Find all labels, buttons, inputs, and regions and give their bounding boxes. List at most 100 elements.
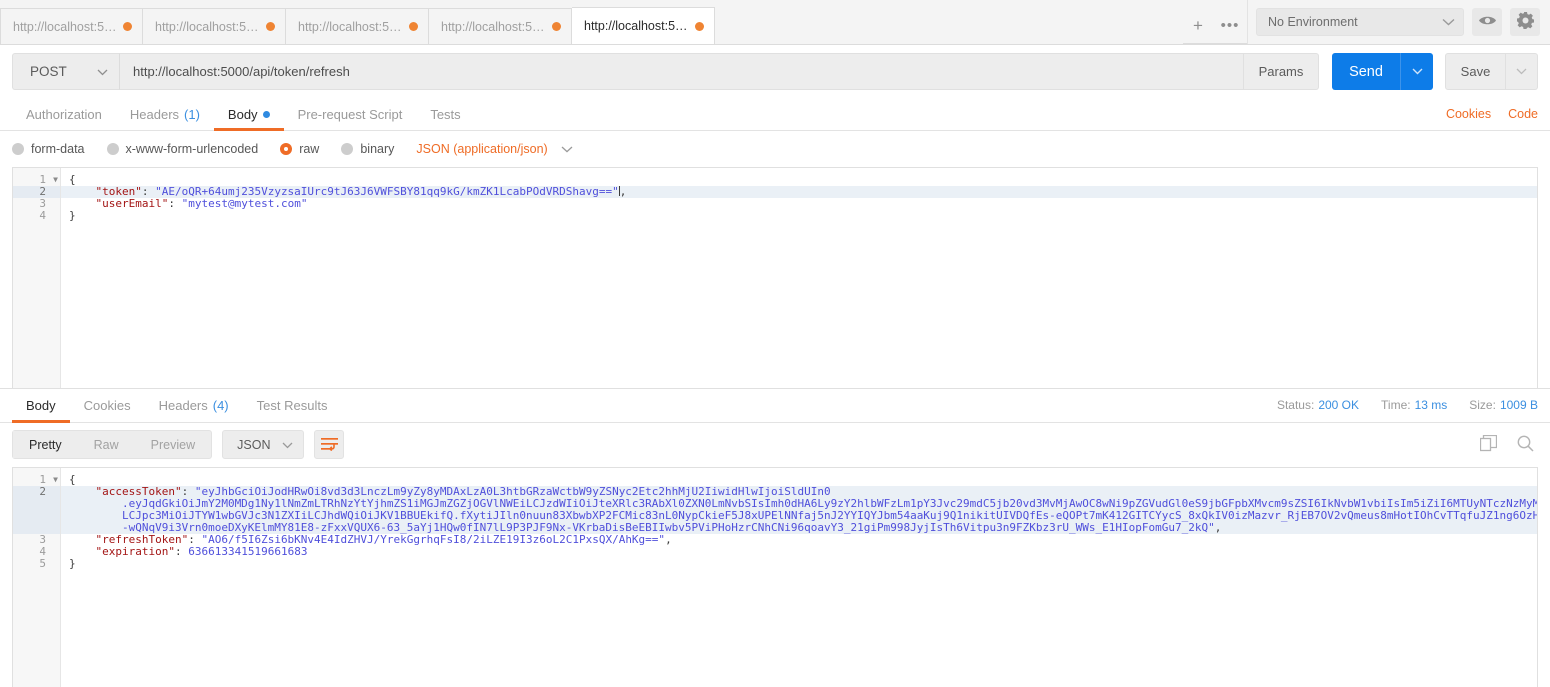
view-mode-preview[interactable]: Preview — [135, 431, 211, 458]
request-tab[interactable]: http://localhost:5000/ — [572, 7, 715, 44]
line-number: 2 — [13, 485, 60, 498]
request-tab[interactable]: http://localhost:5000/ — [429, 8, 572, 44]
response-tab-cookies[interactable]: Cookies — [70, 389, 145, 422]
line-number — [13, 497, 60, 510]
content-type-select[interactable]: JSON (application/json) — [416, 142, 573, 156]
view-mode-pretty[interactable]: Pretty — [13, 431, 78, 458]
chevron-down-icon — [97, 64, 108, 79]
send-button-group: Send — [1332, 53, 1433, 90]
body-type-label: x-www-form-urlencoded — [125, 142, 259, 156]
copy-to-clipboard-button[interactable] — [1479, 434, 1498, 455]
code-token: "userEmail" — [95, 197, 169, 210]
response-tab-count-badge: (4) — [212, 397, 229, 413]
send-button[interactable]: Send — [1332, 53, 1400, 90]
radio-icon[interactable] — [12, 143, 24, 155]
view-mode-raw[interactable]: Raw — [78, 431, 135, 458]
body-type-label: form-data — [31, 142, 85, 156]
cookies-link[interactable]: Cookies — [1446, 107, 1491, 121]
unsaved-changes-dot-icon[interactable] — [266, 22, 275, 31]
new-tab-button[interactable]: + — [1183, 8, 1213, 44]
line-number: 1 ▼ — [39, 173, 58, 186]
tab-strip: http://localhost:5000/http://localhost:5… — [0, 0, 1183, 44]
request-tab[interactable]: http://localhost:5000/ — [0, 8, 143, 44]
status-value: 200 OK — [1318, 398, 1360, 412]
code-link[interactable]: Code — [1508, 107, 1538, 121]
unsaved-changes-dot-icon[interactable] — [123, 22, 132, 31]
radio-icon[interactable] — [280, 143, 293, 155]
tab-tests[interactable]: Tests — [416, 98, 474, 130]
content-type-label: JSON (application/json) — [416, 142, 548, 156]
response-tab-body[interactable]: Body — [12, 389, 70, 423]
request-tab[interactable]: http://localhost:5000/ — [143, 8, 286, 44]
settings-button[interactable] — [1510, 7, 1540, 36]
unsaved-changes-dot-icon[interactable] — [552, 22, 561, 31]
body-type-x-www-form-urlencoded[interactable]: x-www-form-urlencoded — [106, 142, 259, 156]
tab-pre-request-script[interactable]: Pre-request Script — [284, 98, 417, 130]
search-response-button[interactable] — [1517, 435, 1534, 455]
response-format-select[interactable]: JSON — [222, 430, 305, 459]
tab-body[interactable]: Body — [213, 98, 284, 131]
fold-toggle-icon[interactable]: ▼ — [53, 474, 58, 486]
request-links: Cookies Code — [1446, 98, 1538, 130]
response-tab-headers[interactable]: Headers (4) — [145, 389, 243, 422]
tab-label: Authorization — [26, 106, 102, 122]
save-button-group: Save — [1445, 53, 1538, 90]
line-number: 4 — [39, 209, 46, 222]
tab-authorization[interactable]: Authorization — [12, 98, 116, 130]
response-toolbar: Pretty Raw Preview JSON — [0, 423, 1550, 467]
request-line-numbers: 1 ▼ 2 3 4 — [13, 168, 61, 388]
request-body-editor[interactable]: 1 ▼ 2 3 4 { "token": "AE/oQR+64umj235VzyzsaI… — [12, 167, 1538, 388]
unsaved-changes-dot-icon[interactable] — [695, 21, 704, 31]
line-number: 4 — [39, 544, 46, 558]
request-section-tabs: Authorization Headers (1) Body Pre-request S… — [0, 98, 1550, 131]
status-badge: Status: 200 OK — [1277, 398, 1359, 412]
code-line[interactable]: "userEmail": "mytest@mytest.com" — [61, 198, 1537, 210]
environment-selector[interactable]: No Environment — [1256, 7, 1464, 36]
save-options-button[interactable] — [1506, 53, 1538, 90]
body-type-form-data[interactable]: form-data — [12, 142, 85, 156]
send-options-button[interactable] — [1400, 53, 1433, 90]
response-tab-test-results[interactable]: Test Results — [243, 389, 342, 422]
request-code-area[interactable]: { "token": "AE/oQR+64umj235VzyzsaIUrc9tJ… — [61, 168, 1537, 388]
code-token: } — [69, 209, 76, 222]
url-text: http://localhost:5000/api/token/refresh — [133, 64, 350, 79]
url-bar: POST http://localhost:5000/api/token/ref… — [0, 45, 1550, 98]
chevron-down-icon — [282, 438, 293, 452]
response-tab-label: Test Results — [256, 397, 328, 413]
word-wrap-toggle[interactable] — [314, 430, 345, 459]
radio-icon[interactable] — [106, 143, 119, 155]
http-method-select[interactable]: POST — [12, 53, 119, 90]
code-token: , — [1214, 520, 1222, 534]
radio-icon[interactable] — [341, 143, 354, 155]
request-tab[interactable]: http://localhost:5000/ — [286, 8, 429, 44]
tab-label: Headers — [129, 106, 180, 122]
line-number: 2 — [13, 186, 60, 198]
body-type-binary[interactable]: binary — [341, 142, 394, 156]
line-number: 3 — [39, 197, 46, 210]
params-button[interactable]: Params — [1244, 53, 1319, 90]
code-line[interactable]: } — [61, 557, 1537, 570]
time-value: 13 ms — [1414, 398, 1448, 412]
save-button[interactable]: Save — [1445, 53, 1506, 90]
response-section-tabs: Body Cookies Headers (4) Test Results Status… — [0, 387, 1550, 423]
line-number — [13, 521, 60, 534]
code-line[interactable]: } — [61, 210, 1537, 222]
code-line[interactable]: "expiration": 636613341519661683 — [61, 544, 1537, 558]
body-type-raw[interactable]: raw — [280, 142, 319, 156]
body-type-label: raw — [299, 142, 320, 156]
response-tab-label: Headers — [158, 397, 208, 413]
response-body-viewer[interactable]: 1 ▼ 2 3 4 5 { "accessToken": "eyJhbGciOiJodHR… — [12, 466, 1538, 687]
code-token: , — [619, 185, 627, 198]
code-token: 636613341519661683 — [188, 544, 308, 558]
unsaved-changes-dot-icon[interactable] — [409, 22, 418, 31]
tab-options-button[interactable]: ••• — [1213, 8, 1247, 44]
request-tab-label: http://localhost:5000/ — [155, 19, 260, 34]
size-label: Size: — [1469, 398, 1496, 412]
tab-headers[interactable]: Headers (1) — [116, 98, 214, 130]
code-token: "mytest@mytest.com" — [181, 197, 308, 210]
time-badge: Time: 13 ms — [1381, 398, 1447, 412]
fold-toggle-icon[interactable]: ▼ — [53, 174, 58, 186]
url-input[interactable]: http://localhost:5000/api/token/refresh — [119, 53, 1244, 90]
response-code-area[interactable]: { "accessToken": "eyJhbGciOiJodHRwOi8vd3… — [61, 468, 1537, 687]
environment-quick-look-button[interactable] — [1472, 7, 1502, 36]
